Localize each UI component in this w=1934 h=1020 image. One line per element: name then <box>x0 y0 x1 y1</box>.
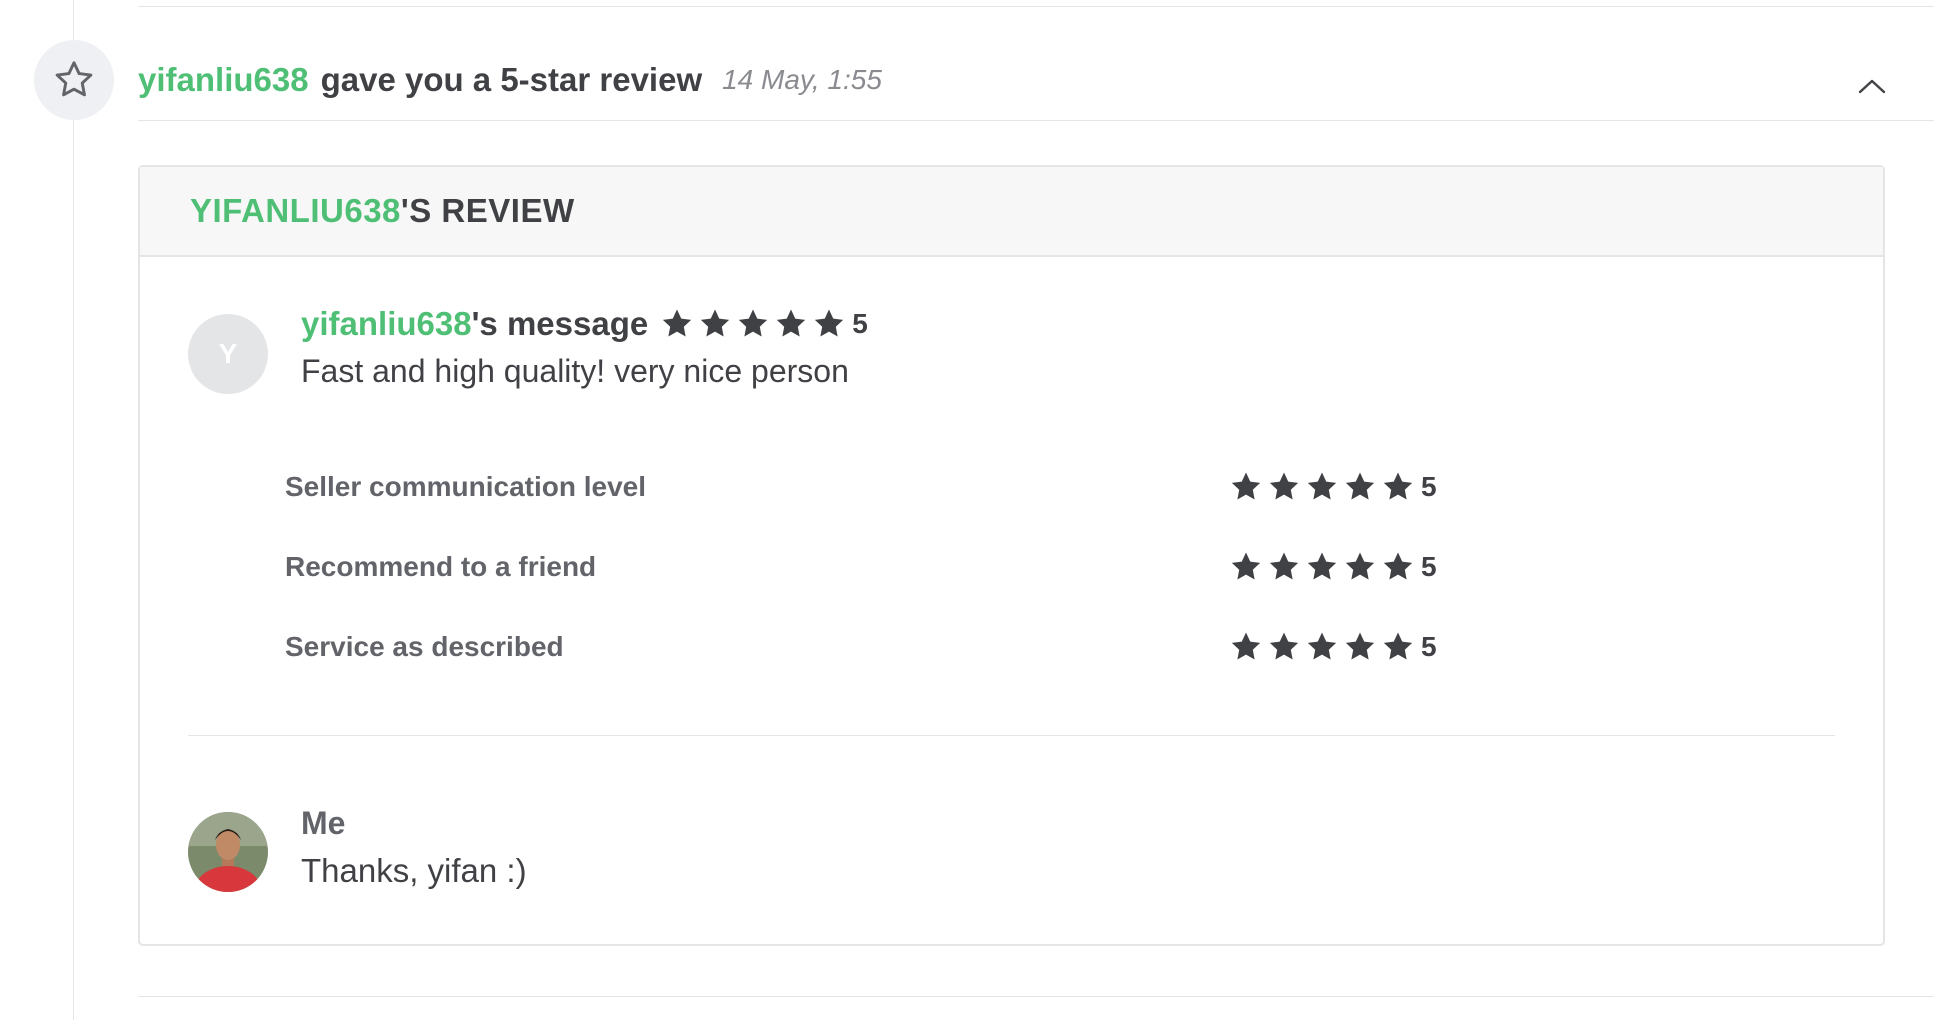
star-icon <box>1307 632 1337 660</box>
star-icon <box>1269 632 1299 660</box>
overall-rating-value: 5 <box>852 308 868 339</box>
star-icon <box>1383 472 1413 500</box>
star-icon <box>663 309 692 337</box>
rating-criteria: Seller communication level 5 Recommend t… <box>285 447 1485 687</box>
star-icon <box>1231 472 1261 500</box>
criteria-row: Seller communication level 5 <box>285 447 1485 527</box>
criteria-rating-value: 5 <box>1421 631 1437 662</box>
star-icon <box>1345 472 1375 500</box>
star-icon <box>815 309 844 337</box>
reviewer-avatar[interactable]: Y <box>188 314 268 394</box>
criteria-label: Seller communication level <box>285 471 647 502</box>
criteria-rating-value: 5 <box>1421 471 1437 502</box>
criteria-label: Recommend to a friend <box>285 551 597 582</box>
star-icon <box>1231 632 1261 660</box>
criteria-row: Service as described 5 <box>285 607 1485 687</box>
divider <box>138 6 1934 7</box>
chevron-up-icon[interactable] <box>1852 68 1892 104</box>
event-timestamp: 14 May, 1:55 <box>722 64 882 95</box>
reviewer-message-title: yifanliu638 's message 5 <box>301 305 868 343</box>
star-icon <box>1383 552 1413 580</box>
reviewer-title-suffix: 's message <box>471 305 649 342</box>
divider <box>138 996 1934 997</box>
star-icon <box>739 309 768 337</box>
star-icon <box>701 309 730 337</box>
star-icon <box>1383 632 1413 660</box>
star-icon <box>1269 552 1299 580</box>
star-icon <box>1345 632 1375 660</box>
star-icon <box>777 309 806 337</box>
reviewer-username-link[interactable]: yifanliu638 <box>301 305 472 343</box>
star-outline-icon <box>34 40 114 120</box>
criteria-label: Service as described <box>285 631 564 662</box>
my-avatar[interactable] <box>188 812 268 892</box>
reply-message: Thanks, yifan :) <box>301 852 527 889</box>
review-heading-username[interactable]: YIFANLIU638 <box>190 192 401 230</box>
review-card: YIFANLIU638 'S REVIEW Y yifanliu638 's m… <box>138 165 1885 946</box>
criteria-rating-value: 5 <box>1421 551 1437 582</box>
review-card-heading: YIFANLIU638 'S REVIEW <box>140 167 1883 257</box>
star-icon <box>1345 552 1375 580</box>
criteria-star-rating <box>1229 470 1415 504</box>
review-heading-suffix: 'S REVIEW <box>400 192 575 229</box>
event-header: yifanliu638 gave you a 5-star review 14 … <box>138 50 882 110</box>
overall-star-rating <box>660 307 846 341</box>
star-icon <box>1307 472 1337 500</box>
star-icon <box>1231 552 1261 580</box>
divider <box>138 120 1934 121</box>
timeline-line <box>73 0 74 1020</box>
star-icon <box>1269 472 1299 500</box>
criteria-star-rating <box>1229 630 1415 664</box>
divider <box>188 735 1835 736</box>
event-username-link[interactable]: yifanliu638 <box>138 61 309 99</box>
event-action-text: gave you a 5-star review <box>320 61 703 98</box>
criteria-row: Recommend to a friend 5 <box>285 527 1485 607</box>
criteria-star-rating <box>1229 550 1415 584</box>
star-icon <box>1307 552 1337 580</box>
reply-author: Me <box>301 805 346 841</box>
reviewer-message: Fast and high quality! very nice person <box>301 353 849 389</box>
